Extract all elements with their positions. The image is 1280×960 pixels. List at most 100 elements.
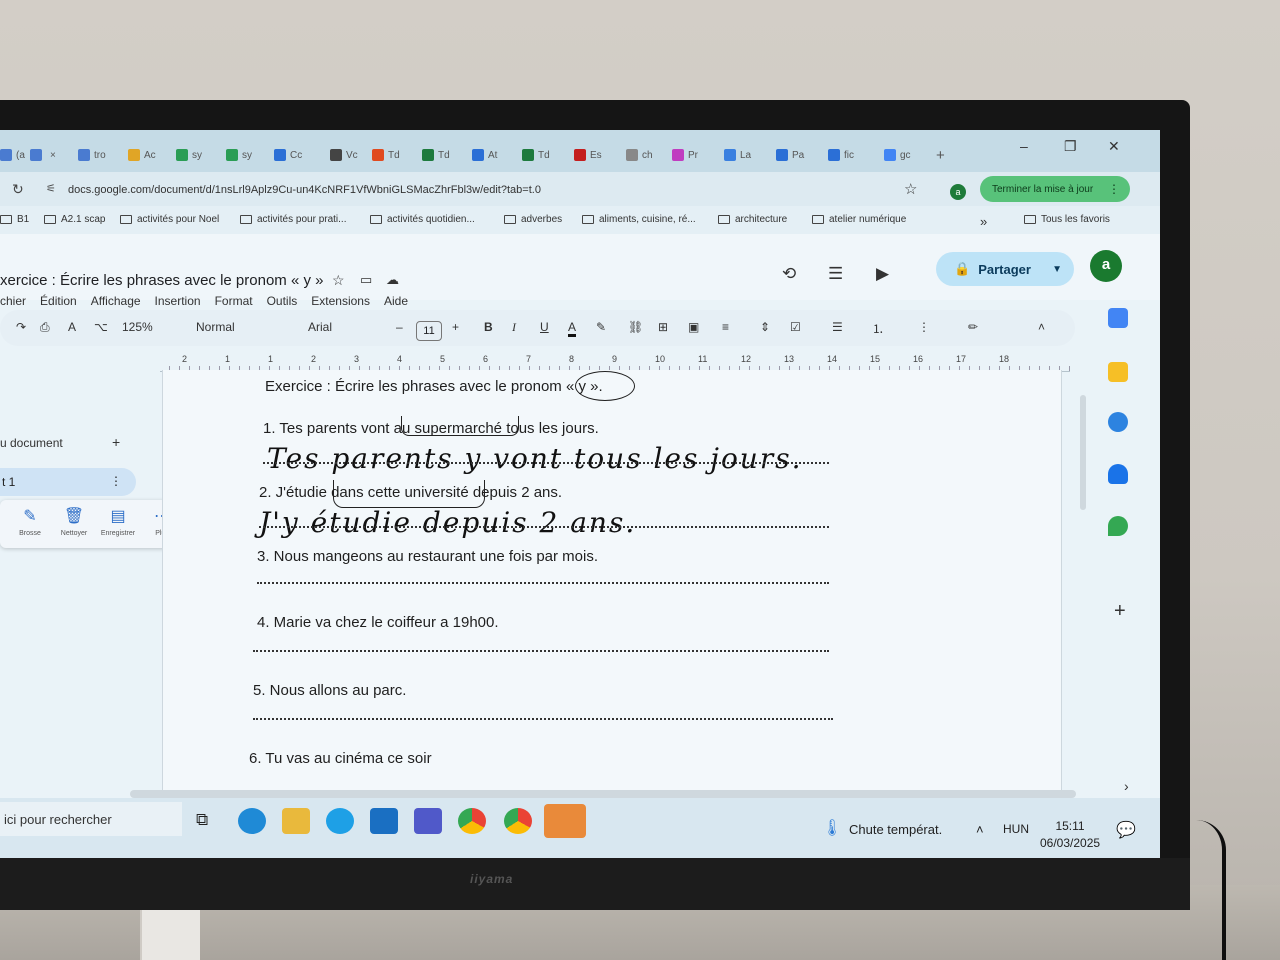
collapse-icon[interactable]: ˄: [1038, 320, 1045, 334]
vertical-scrollbar[interactable]: [1080, 395, 1086, 510]
skype-icon[interactable]: [326, 808, 354, 834]
font-size-input[interactable]: 11: [416, 321, 442, 341]
text-color-button[interactable]: A: [568, 320, 577, 337]
calendar-icon[interactable]: [1108, 308, 1128, 328]
browser-tab[interactable]: Vc: [330, 144, 358, 166]
restore-button[interactable]: ❐: [1064, 138, 1077, 155]
italic-button[interactable]: I: [512, 320, 516, 335]
site-info-icon[interactable]: ⚟: [46, 182, 56, 195]
chrome-icon[interactable]: [458, 808, 486, 834]
menu-item[interactable]: chier: [0, 294, 26, 308]
browser-tab[interactable]: ch: [626, 144, 653, 166]
share-button[interactable]: 🔒 Partager ▼: [936, 252, 1074, 286]
task-view-icon[interactable]: ⧉: [196, 810, 208, 830]
bookmark-item[interactable]: A2.1 scap: [44, 214, 105, 225]
all-bookmarks-button[interactable]: Tous les favoris: [1024, 214, 1110, 225]
browser-tab[interactable]: Td: [372, 144, 400, 166]
bookmark-item[interactable]: activités pour prati...: [240, 214, 346, 225]
language-indicator[interactable]: HUN: [1003, 822, 1029, 836]
url-field[interactable]: docs.google.com/document/d/1nsLrl9Aplz9C…: [68, 184, 541, 196]
maps-icon[interactable]: [1108, 516, 1128, 536]
bookmark-star-icon[interactable]: ☆: [904, 180, 917, 198]
browser-tab[interactable]: Ac: [128, 144, 156, 166]
add-tab-button[interactable]: +: [112, 434, 120, 450]
line-spacing-icon[interactable]: ⇕: [760, 320, 770, 334]
menu-item[interactable]: Format: [215, 294, 253, 308]
new-tab-button[interactable]: +: [936, 144, 945, 166]
bookmarks-overflow-button[interactable]: »: [980, 214, 987, 229]
move-folder-icon[interactable]: ▭: [360, 272, 372, 288]
tray-chevron-icon[interactable]: ˄: [976, 822, 984, 837]
more-options-icon[interactable]: ⋮: [918, 320, 930, 334]
image-icon[interactable]: ▣: [688, 320, 699, 334]
notification-icon[interactable]: 💬: [1116, 820, 1136, 840]
browser-tab[interactable]: tro: [78, 144, 106, 166]
font-select[interactable]: Arial: [308, 320, 332, 334]
chrome-profile-icon[interactable]: [504, 808, 532, 834]
minimize-button[interactable]: –: [1020, 138, 1028, 154]
menu-item[interactable]: Insertion: [155, 294, 201, 308]
chevron-down-icon[interactable]: ▼: [1052, 264, 1062, 275]
taskbar-search[interactable]: ici pour rechercher: [0, 802, 182, 836]
tab-close-icon[interactable]: ×: [50, 150, 56, 161]
reload-icon[interactable]: ↻: [12, 181, 24, 198]
browser-tab[interactable]: (a: [0, 144, 25, 166]
edge-icon[interactable]: [238, 808, 266, 834]
file-explorer-icon[interactable]: [282, 808, 310, 834]
bookmark-item[interactable]: adverbes: [504, 214, 562, 225]
browser-tab[interactable]: Es: [574, 144, 602, 166]
browser-tab[interactable]: Pr: [672, 144, 698, 166]
profile-avatar[interactable]: a: [950, 184, 966, 200]
comment-add-icon[interactable]: ⊞: [658, 320, 668, 334]
bookmark-item[interactable]: architecture: [718, 214, 787, 225]
store-icon[interactable]: [544, 804, 586, 838]
print-icon[interactable]: ⎙: [40, 320, 50, 335]
decrease-font-button[interactable]: –: [396, 320, 403, 334]
bookmark-item[interactable]: activités quotidien...: [370, 214, 475, 225]
meet-icon[interactable]: ▶: [876, 264, 889, 284]
browser-tab[interactable]: ×: [30, 144, 56, 166]
browser-tab[interactable]: Cc: [274, 144, 302, 166]
spellcheck-icon[interactable]: A: [68, 320, 76, 334]
menu-item[interactable]: Aide: [384, 294, 408, 308]
checklist-icon[interactable]: ☑: [790, 320, 801, 334]
bold-button[interactable]: B: [484, 320, 493, 334]
bookmark-item[interactable]: atelier numérique: [812, 214, 906, 225]
user-avatar[interactable]: a: [1090, 250, 1122, 282]
chevron-right-icon[interactable]: ›: [1124, 778, 1129, 794]
bullet-list-icon[interactable]: ☰: [832, 320, 843, 334]
close-window-button[interactable]: ✕: [1108, 138, 1120, 155]
menu-item[interactable]: Édition: [40, 294, 77, 308]
update-button[interactable]: Terminer la mise à jour ⋮: [980, 176, 1130, 202]
weather-status[interactable]: Chute températ.: [849, 822, 942, 837]
browser-tab[interactable]: sy: [176, 144, 202, 166]
underline-button[interactable]: U: [540, 320, 549, 334]
menu-item[interactable]: Extensions: [311, 294, 370, 308]
redo-icon[interactable]: ↷: [16, 320, 26, 334]
tasks-icon[interactable]: [1108, 412, 1128, 432]
browser-tab[interactable]: Pa: [776, 144, 804, 166]
browser-tab[interactable]: sy: [226, 144, 252, 166]
browser-tab[interactable]: fic: [828, 144, 854, 166]
editing-mode-icon[interactable]: ✏: [968, 320, 978, 334]
contacts-icon[interactable]: [1108, 464, 1128, 484]
version-history-icon[interactable]: ⟲: [782, 264, 796, 284]
teams-icon[interactable]: [414, 808, 442, 834]
bookmark-item[interactable]: activités pour Noel: [120, 214, 219, 225]
keep-icon[interactable]: [1108, 362, 1128, 382]
menu-item[interactable]: Affichage: [91, 294, 141, 308]
bookmark-item[interactable]: B1: [0, 214, 29, 225]
numbered-list-icon[interactable]: ⒈: [872, 320, 884, 337]
style-select[interactable]: Normal: [196, 320, 235, 334]
document-title[interactable]: xercice : Écrire les phrases avec le pro…: [0, 272, 323, 289]
browser-tab[interactable]: Td: [522, 144, 550, 166]
tab-options-button[interactable]: ⋮: [110, 474, 122, 488]
clock[interactable]: 15:11 06/03/2025: [1040, 818, 1100, 852]
comments-icon[interactable]: ☰: [828, 264, 843, 284]
browser-tab[interactable]: Td: [422, 144, 450, 166]
increase-font-button[interactable]: +: [452, 320, 459, 334]
bookmark-item[interactable]: aliments, cuisine, ré...: [582, 214, 696, 225]
highlight-icon[interactable]: ✎: [596, 320, 606, 334]
kebab-menu-icon[interactable]: ⋮: [1108, 182, 1120, 196]
horizontal-scrollbar[interactable]: [130, 790, 1076, 798]
